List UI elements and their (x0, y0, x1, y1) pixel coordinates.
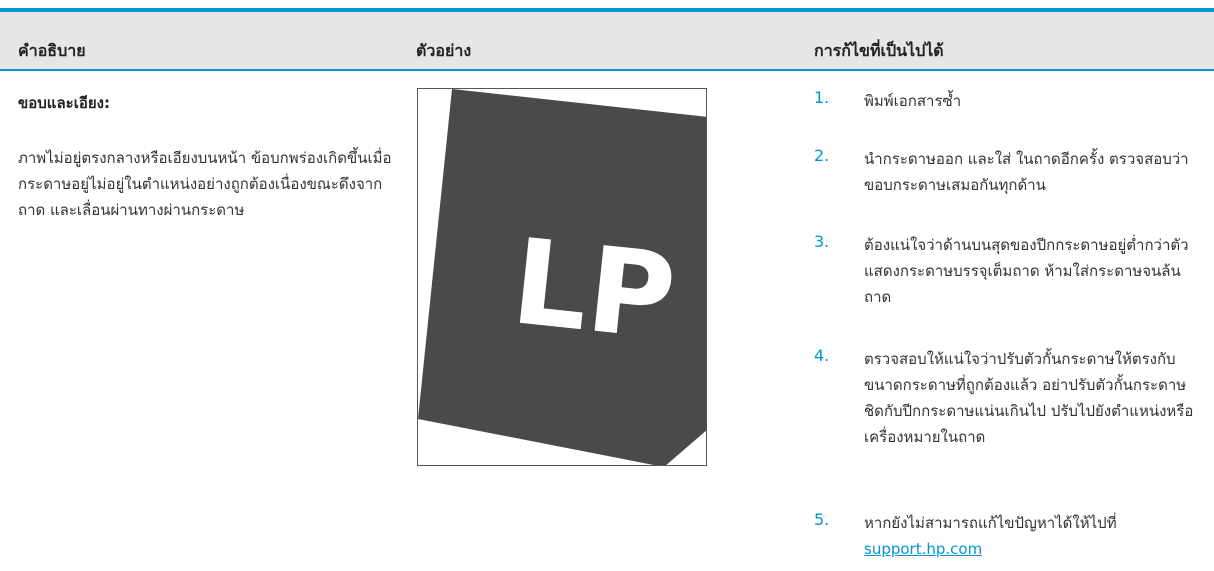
issue-description: ภาพไม่อยู่ตรงกลางหรือเอียงบนหน้า ข้อบกพร… (18, 149, 392, 219)
header-description: คำอธิบาย (18, 41, 86, 60)
step-number: 1. (814, 88, 830, 107)
step-text: ตรวจสอบให้แน่ใจว่าปรับตัวกั้นกระดาษให้ตร… (864, 350, 1194, 446)
header-sample: ตัวอย่าง (416, 41, 472, 60)
skewed-page-illustration: LP (418, 89, 706, 465)
support-link[interactable]: support.hp.com (864, 540, 982, 558)
step-number: 5. (814, 510, 830, 529)
step-text: นำกระดาษออก และใส่ ในถาดอีกครั้ง ตรวจสอบ… (864, 150, 1189, 194)
step-number: 3. (814, 232, 830, 251)
step-text: พิมพ์เอกสารซ้ำ (864, 92, 962, 110)
step-5-text: หากยังไม่สามารถแก้ไขปัญหาได้ให้ไปที่ (864, 514, 1117, 532)
header-divider (0, 69, 1214, 71)
header-solutions: การก้ไขที่เป็นไปได้ (814, 41, 944, 60)
issue-title: ขอบและเอียง: (18, 94, 110, 112)
step-text: ต้องแน่ใจว่าด้านบนสุดของปีกกระดาษอยู่ต่ำ… (864, 236, 1189, 306)
sample-image: LP (417, 88, 707, 466)
step-number: 2. (814, 146, 830, 165)
sample-text: LP (506, 212, 681, 366)
step-number: 4. (814, 346, 830, 365)
table-header: คำอธิบาย ตัวอย่าง การก้ไขที่เป็นไปได้ (0, 12, 1214, 69)
step-text: หากยังไม่สามารถแก้ไขปัญหาได้ให้ไปที่ sup… (864, 510, 1194, 562)
